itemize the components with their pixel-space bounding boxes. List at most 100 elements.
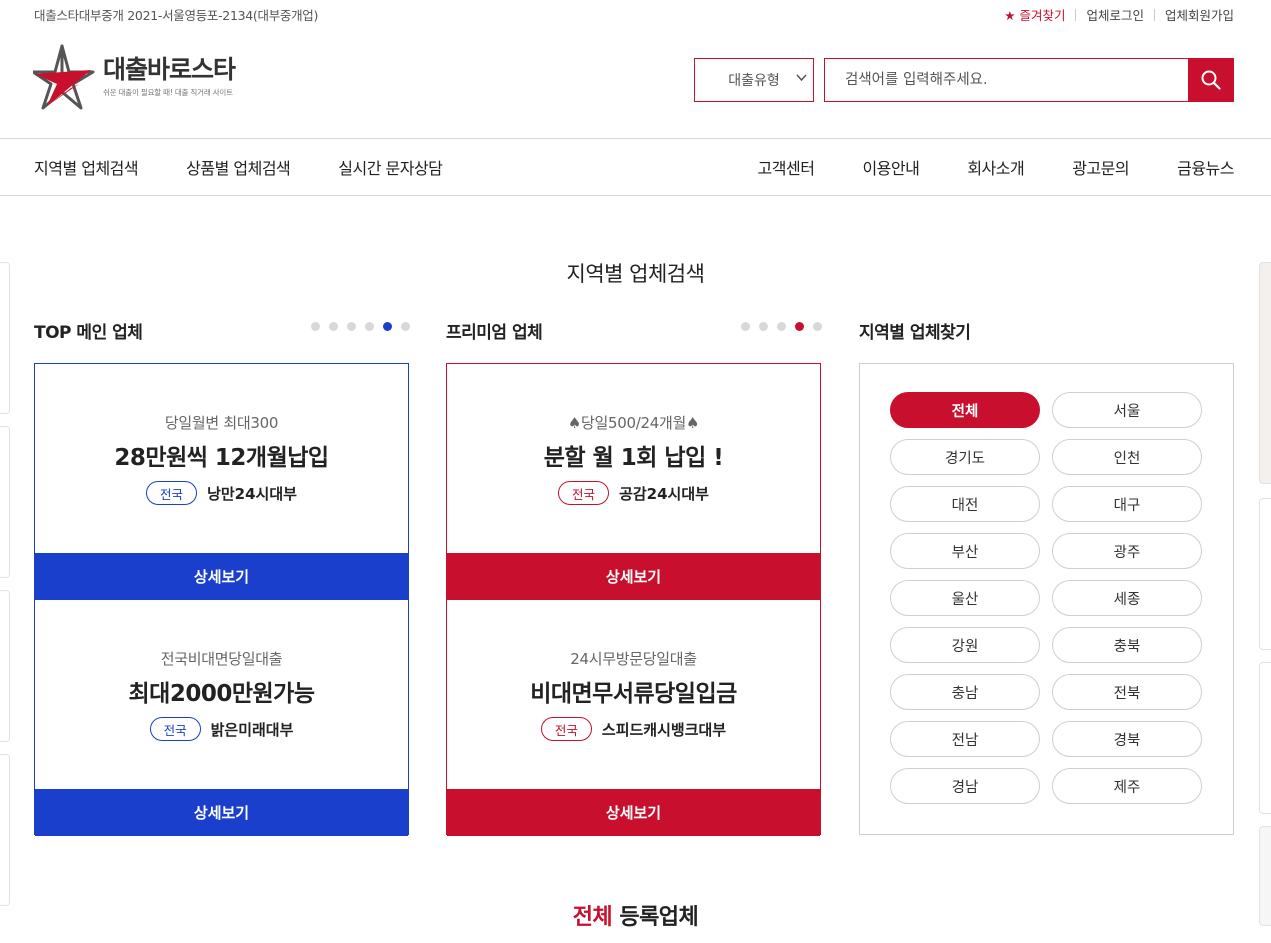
card-subtitle: 전국비대면당일대출 <box>160 650 283 668</box>
region-button[interactable]: 경남 <box>890 768 1040 804</box>
pagination-dot[interactable] <box>741 322 750 331</box>
main-nav: 지역별 업체검색 상품별 업체검색 실시간 문자상담 고객센터 이용안내 회사소… <box>0 138 1271 196</box>
region-badge: 전국 <box>146 481 198 505</box>
search-icon <box>1201 70 1221 90</box>
region-badge: 전국 <box>558 481 610 505</box>
card-subtitle: 24시무방문당일대출 <box>570 650 697 668</box>
title-highlight: 전체 <box>572 905 613 930</box>
detail-button[interactable]: 상세보기 <box>447 553 820 600</box>
card-headline[interactable]: 분할 월 1회 납입 ! <box>447 438 820 472</box>
nav-item-ad-inquiry[interactable]: 광고문의 <box>1072 155 1129 179</box>
company-login-link[interactable]: 업체로그인 <box>1086 5 1144 24</box>
card-subtitle: ♠당일500/24개월♠ <box>567 414 700 432</box>
top-main-pagination <box>311 322 410 331</box>
top-bar: 대출스타대부중개 2021-서울영등포-2134(대부중개업) ★ 즐겨찾기 업… <box>0 0 1271 28</box>
region-button[interactable]: 인천 <box>1052 439 1202 475</box>
section-title: 지역별 업체검색 <box>566 262 705 286</box>
title-rest: 등록업체 <box>612 905 699 930</box>
region-panel: 전체 서울경기도 인천대전 대구부산 광주울산 세종강원 충북충남 전북전남 경북경남 제주 <box>859 363 1234 835</box>
pagination-dot[interactable] <box>795 322 804 331</box>
left-side-banner[interactable] <box>0 426 10 578</box>
card-headline[interactable]: 28만원씩 12개월납입 <box>35 438 408 472</box>
nav-left: 지역별 업체검색 상품별 업체검색 실시간 문자상담 <box>34 139 443 195</box>
premium-title: 프리미엄 업체 <box>446 323 543 343</box>
region-button[interactable]: 경기도 <box>890 439 1040 475</box>
top-main-title: TOP 메인 업체 <box>34 323 143 343</box>
right-side-banner[interactable] <box>1259 262 1271 484</box>
region-button[interactable]: 전남 <box>890 721 1040 757</box>
divider <box>1075 8 1077 21</box>
company-name: 스피드캐시뱅크대부 <box>601 720 727 739</box>
nav-item-product-search[interactable]: 상품별 업체검색 <box>186 155 291 179</box>
card-meta: 전국 공감24시대부 <box>447 481 820 505</box>
card-meta: 전국 스피드캐시뱅크대부 <box>447 717 820 741</box>
pagination-dot[interactable] <box>347 322 356 331</box>
region-button[interactable]: 울산 <box>890 580 1040 616</box>
nav-item-guide[interactable]: 이용안내 <box>862 155 919 179</box>
pagination-dot[interactable] <box>759 322 768 331</box>
company-name: 낭만24시대부 <box>207 484 297 503</box>
region-button[interactable]: 대구 <box>1052 486 1202 522</box>
region-button[interactable]: 강원 <box>890 627 1040 663</box>
company-name: 밝은미래대부 <box>210 720 294 739</box>
license-text: 대출스타대부중개 2021-서울영등포-2134(대부중개업) <box>34 8 319 23</box>
region-button[interactable]: 대전 <box>890 486 1040 522</box>
star-logo-icon <box>33 44 95 110</box>
detail-button[interactable]: 상세보기 <box>35 553 408 600</box>
premium-cards: ♠당일500/24개월♠ 분할 월 1회 납입 ! 전국 공감24시대부 상세보… <box>446 363 821 836</box>
card-headline[interactable]: 비대면무서류당일입금 <box>447 674 820 708</box>
region-button[interactable]: 전북 <box>1052 674 1202 710</box>
region-button[interactable]: 세종 <box>1052 580 1202 616</box>
top-main-cards: 당일월변 최대300 28만원씩 12개월납입 전국 낭만24시대부 상세보기 … <box>34 363 409 836</box>
right-side-banner[interactable] <box>1259 662 1271 814</box>
company-name: 공감24시대부 <box>619 484 709 503</box>
nav-item-about[interactable]: 회사소개 <box>967 155 1024 179</box>
region-button[interactable]: 서울 <box>1052 392 1202 428</box>
left-side-banner[interactable] <box>0 590 10 742</box>
premium-pagination <box>741 322 822 331</box>
region-badge: 전국 <box>149 717 201 741</box>
region-button[interactable]: 충북 <box>1052 627 1202 663</box>
pagination-dot[interactable] <box>365 322 374 331</box>
region-button[interactable]: 전체 <box>890 392 1040 428</box>
region-button[interactable]: 제주 <box>1052 768 1202 804</box>
pagination-dot[interactable] <box>401 322 410 331</box>
region-button[interactable]: 경북 <box>1052 721 1202 757</box>
favorite-link[interactable]: ★ 즐겨찾기 <box>1004 5 1065 24</box>
detail-button[interactable]: 상세보기 <box>447 789 820 836</box>
pagination-dot[interactable] <box>813 322 822 331</box>
loan-type-select[interactable]: 대출유형 <box>694 58 814 102</box>
listing-card: 전국비대면당일대출 최대2000만원가능 전국 밝은미래대부 상세보기 <box>35 600 408 836</box>
region-button[interactable]: 충남 <box>890 674 1040 710</box>
nav-right: 고객센터 이용안내 회사소개 광고문의 금융뉴스 <box>758 139 1235 195</box>
nav-item-realtime-sms[interactable]: 실시간 문자상담 <box>338 155 443 179</box>
chevron-down-icon <box>796 72 807 86</box>
search-input[interactable] <box>825 59 1185 101</box>
region-button[interactable]: 부산 <box>890 533 1040 569</box>
header: 대출바로스타 쉬운 대출이 필요할 때! 대출 직거래 사이트 대출유형 <box>0 28 1271 138</box>
right-side-banner[interactable] <box>1259 498 1271 650</box>
listing-card: 당일월변 최대300 28만원씩 12개월납입 전국 낭만24시대부 상세보기 <box>35 364 408 600</box>
company-signup-link[interactable]: 업체회원가입 <box>1165 5 1234 24</box>
card-subtitle: 당일월변 최대300 <box>164 414 279 432</box>
region-badge: 전국 <box>540 717 592 741</box>
search-box <box>824 58 1234 102</box>
logo-name: 대출바로스타 <box>103 55 236 84</box>
logo-tagline: 쉬운 대출이 필요할 때! 대출 직거래 사이트 <box>103 88 233 97</box>
pagination-dot[interactable] <box>777 322 786 331</box>
search-button[interactable] <box>1188 58 1234 102</box>
card-meta: 전국 낭만24시대부 <box>35 481 408 505</box>
nav-item-region-search[interactable]: 지역별 업체검색 <box>34 155 139 179</box>
site-logo[interactable]: 대출바로스타 쉬운 대출이 필요할 때! 대출 직거래 사이트 <box>33 42 273 112</box>
listing-card: 24시무방문당일대출 비대면무서류당일입금 전국 스피드캐시뱅크대부 상세보기 <box>447 600 820 836</box>
nav-item-customer-center[interactable]: 고객센터 <box>758 155 815 179</box>
card-headline[interactable]: 최대2000만원가능 <box>35 674 408 708</box>
region-button[interactable]: 광주 <box>1052 533 1202 569</box>
pagination-dot[interactable] <box>329 322 338 331</box>
pagination-dot[interactable] <box>311 322 320 331</box>
left-side-banner[interactable] <box>0 754 10 906</box>
divider <box>1153 8 1155 21</box>
pagination-dot[interactable] <box>383 322 392 331</box>
detail-button[interactable]: 상세보기 <box>35 789 408 836</box>
nav-item-finance-news[interactable]: 금융뉴스 <box>1177 155 1234 179</box>
